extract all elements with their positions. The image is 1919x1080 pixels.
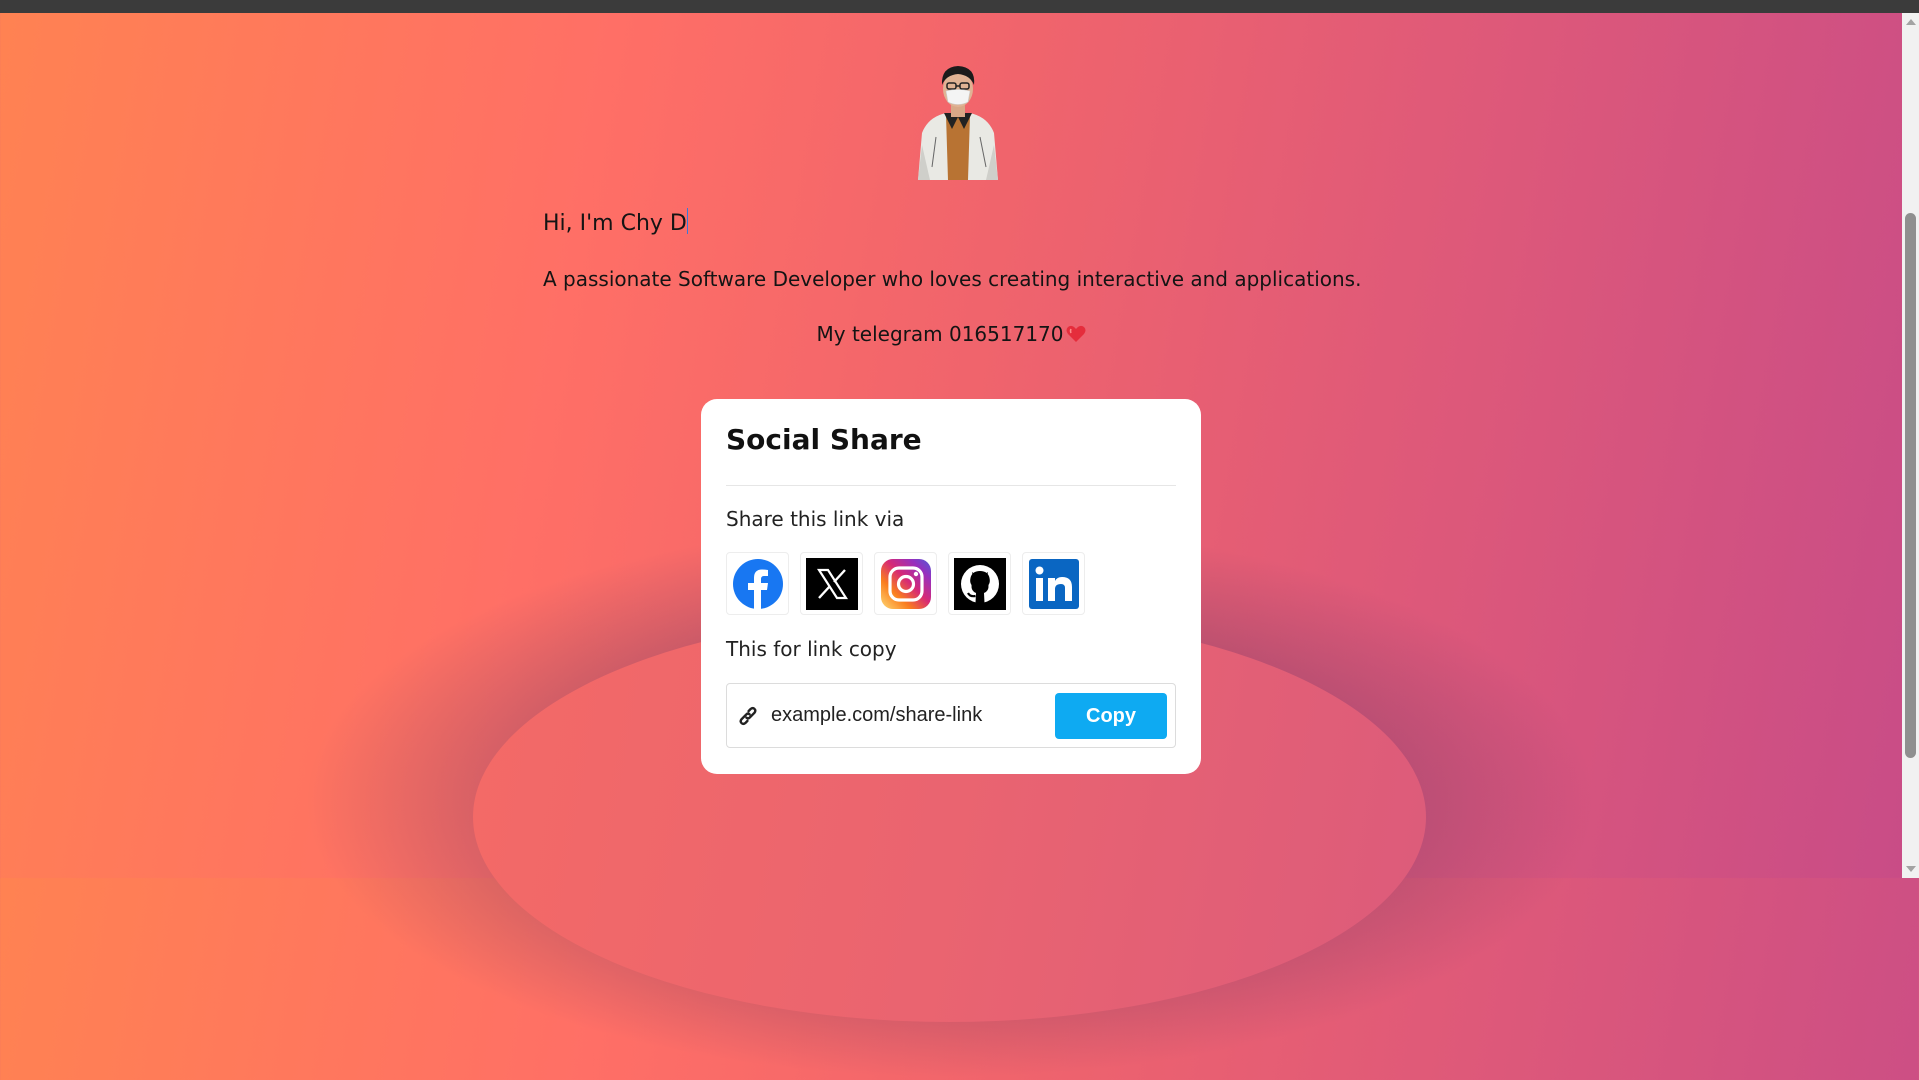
instagram-share-button[interactable] <box>874 552 937 615</box>
copy-button[interactable]: Copy <box>1055 693 1167 739</box>
linkedin-icon <box>1028 558 1079 609</box>
github-share-button[interactable] <box>948 552 1011 615</box>
github-icon <box>953 557 1006 610</box>
card-title: Social Share <box>726 423 922 456</box>
greeting-heading: Hi, I'm Chy D <box>543 208 688 236</box>
facebook-share-button[interactable] <box>726 552 789 615</box>
share-label: Share this link via <box>726 507 905 531</box>
linkedin-share-button[interactable] <box>1022 552 1085 615</box>
avatar <box>918 66 998 180</box>
link-icon <box>739 706 757 726</box>
social-share-card: Social Share Share this link via This fo… <box>701 399 1201 774</box>
x-twitter-icon <box>805 557 858 610</box>
scroll-down-arrow-icon[interactable] <box>1906 866 1916 872</box>
telegram-text: My telegram 016517170 <box>816 322 1064 346</box>
facebook-icon <box>732 558 783 609</box>
scroll-up-arrow-icon[interactable] <box>1906 19 1916 25</box>
link-input[interactable] <box>771 700 1021 730</box>
text-caret <box>686 208 688 234</box>
x-share-button[interactable] <box>800 552 863 615</box>
browser-top-bar <box>0 0 1919 13</box>
share-icons-row <box>726 552 1085 616</box>
heart-icon <box>1066 324 1086 348</box>
copy-label: This for link copy <box>726 637 897 661</box>
divider <box>726 485 1176 486</box>
link-copy-field: Copy <box>726 683 1176 748</box>
scroll-thumb[interactable] <box>1905 213 1916 758</box>
telegram-line: My telegram 016517170 <box>0 322 1902 348</box>
scrollbar[interactable] <box>1902 13 1919 878</box>
bio-text: A passionate Software Developer who love… <box>543 267 1362 291</box>
instagram-icon <box>880 558 931 609</box>
